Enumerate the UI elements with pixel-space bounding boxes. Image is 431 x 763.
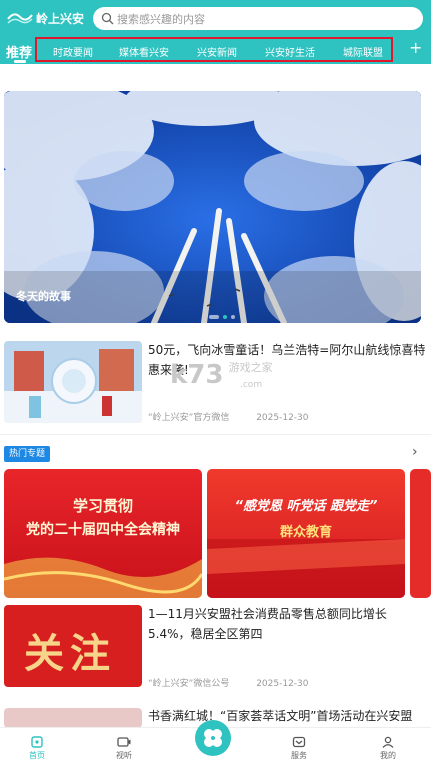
nav-profile-label: 我的: [380, 751, 396, 760]
news-meta: “岭上兴安”官方微信 2025-12-30: [148, 410, 333, 423]
topic-card[interactable]: “感党恩 听党话 跟党走” 群众教育: [207, 469, 405, 598]
nav-service-label: 服务: [291, 751, 307, 760]
watermark-url: .com: [240, 380, 263, 390]
section-divider: [0, 434, 431, 435]
banner-caption: 冬天的故事: [16, 290, 71, 303]
user-icon: [382, 736, 394, 748]
nav-video-label: 视听: [116, 751, 132, 760]
hot-topics-badge: 热门专题: [4, 446, 51, 462]
watermark-brand: k73: [170, 360, 224, 390]
topic-card-line2: 党的二十届四中全会精神: [26, 522, 180, 538]
tab-local-news[interactable]: 兴安新闻: [197, 44, 237, 59]
tab-good-life[interactable]: 兴安好生活: [265, 44, 315, 59]
banner-carousel[interactable]: 冬天的故事: [4, 91, 421, 323]
home-icon: [31, 736, 43, 748]
search-icon: [101, 12, 114, 25]
thumbnail-text: 关注: [24, 631, 116, 677]
topic-card[interactable]: 学习贯彻 党的二十届四中全会精神: [4, 469, 202, 598]
news-source: “岭上兴安”微信公号: [148, 679, 230, 689]
tab-recommend[interactable]: 推荐: [6, 42, 32, 61]
nav-service[interactable]: 服务: [279, 736, 319, 761]
news-thumbnail: [4, 341, 142, 423]
topic-card-line1: “感党恩 听党话 跟党走”: [234, 499, 378, 514]
watermark: k73 游戏之家 .com: [170, 360, 273, 390]
news-title[interactable]: 1—11月兴安盟社会消费品零售总额同比增长5.4%，稳居全区第四: [148, 604, 426, 644]
plus-icon[interactable]: +: [409, 38, 422, 57]
app-name: 岭上兴安: [36, 12, 85, 26]
news-thumbnail: 关注: [4, 605, 142, 687]
news-thumbnail: [4, 708, 142, 728]
news-title[interactable]: 书香满红城！“百家荟萃话文明”首场活动在兴安盟: [148, 706, 426, 726]
chevron-right-icon[interactable]: ›: [412, 444, 418, 460]
news-date: 2025-12-30: [256, 413, 309, 423]
tab-media[interactable]: 媒体看兴安: [119, 44, 169, 59]
active-tab-indicator: [14, 60, 26, 63]
topic-card-line2: 群众教育: [279, 525, 332, 540]
top-header: 岭上兴安 搜索感兴趣的内容 推荐 时政要闻 媒体看兴安 兴安新闻 兴安好生活 城…: [0, 0, 431, 64]
news-source: “岭上兴安”官方微信: [148, 413, 230, 423]
app-logo-icon: [7, 13, 33, 24]
nav-home-label: 首页: [29, 751, 45, 760]
watermark-sub: 游戏之家: [228, 361, 273, 374]
search-placeholder: 搜索感兴趣的内容: [117, 13, 205, 26]
clover-icon: [204, 729, 222, 747]
news-date: 2025-12-30: [256, 679, 309, 689]
tab-city-alliance[interactable]: 城际联盟: [343, 44, 383, 59]
center-action-button[interactable]: [195, 720, 231, 756]
nav-profile[interactable]: 我的: [368, 736, 408, 761]
topic-card-line1: 学习贯彻: [72, 497, 133, 515]
service-icon: [292, 736, 306, 748]
channel-tabs: 时政要闻 媒体看兴安 兴安新闻 兴安好生活 城际联盟: [35, 37, 393, 62]
video-icon: [117, 737, 131, 747]
tab-politics[interactable]: 时政要闻: [53, 44, 93, 59]
search-input[interactable]: 搜索感兴趣的内容: [93, 7, 423, 30]
carousel-dots: [209, 315, 235, 319]
nav-video[interactable]: 视听: [104, 736, 144, 761]
nav-home[interactable]: 首页: [17, 736, 57, 761]
topic-card-partial[interactable]: [410, 469, 431, 598]
news-meta: “岭上兴安”微信公号 2025-12-30: [148, 676, 333, 689]
